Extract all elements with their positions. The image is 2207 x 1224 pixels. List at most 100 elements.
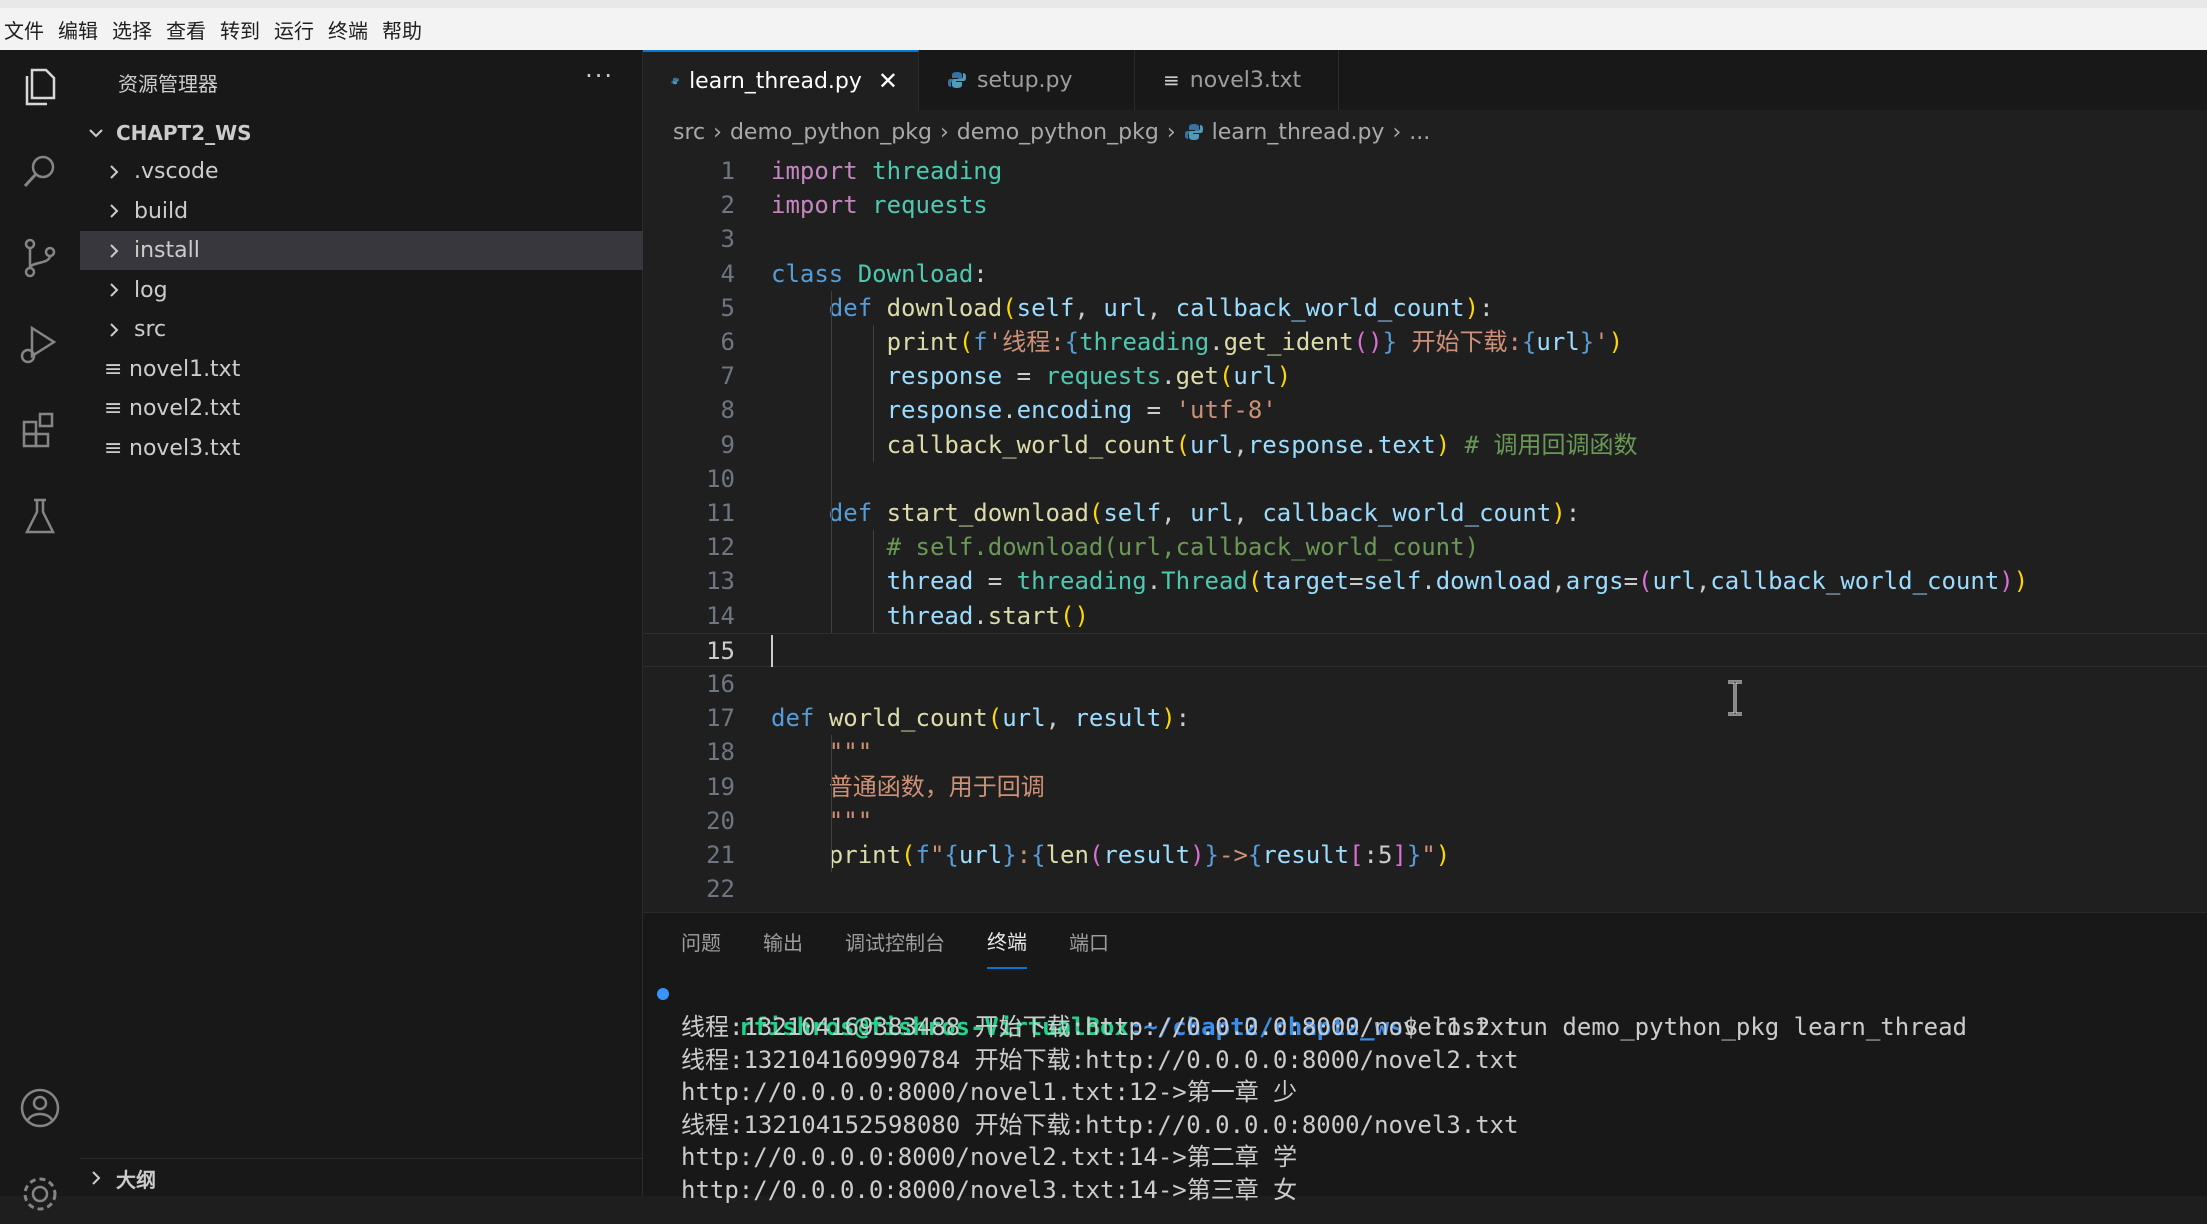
indent-guide: [831, 290, 832, 633]
panel-tabs: 问题 输出 调试控制台 终端 端口: [681, 913, 1151, 969]
code-line[interactable]: 9 callback_world_count(url,response.text…: [643, 428, 2207, 462]
chevron-right-icon: [104, 201, 124, 221]
code-line[interactable]: 19 普通函数，用于回调: [643, 770, 2207, 804]
panel-tab[interactable]: 端口: [1069, 913, 1109, 969]
code-line[interactable]: 7 response = requests.get(url): [643, 359, 2207, 393]
tree-folder[interactable]: install: [80, 231, 643, 270]
text-file-icon: ≡: [104, 356, 123, 382]
menu-item[interactable]: 选择: [108, 15, 162, 44]
tree-file[interactable]: ≡ novel1.txt: [80, 350, 643, 389]
code-line[interactable]: 22: [643, 872, 2207, 906]
settings-icon[interactable]: [14, 1168, 66, 1220]
menu-item[interactable]: 编辑: [54, 15, 108, 44]
code-text: thread.start(): [886, 601, 1089, 630]
menu-item[interactable]: 终端: [324, 15, 378, 44]
indent-guide: [873, 530, 874, 633]
editor-tab[interactable]: learn_thread.py ✕: [643, 50, 919, 110]
code-text: def world_count(url, result):: [771, 704, 1191, 733]
code-line[interactable]: 8 response.encoding = 'utf-8': [643, 393, 2207, 427]
code-line[interactable]: 6 print(f'线程:{threading.get_ident()} 开始下…: [643, 325, 2207, 359]
line-number: 16: [706, 670, 735, 698]
tree-folder[interactable]: .vscode: [80, 152, 643, 191]
panel-tab[interactable]: 输出: [763, 913, 803, 969]
more-actions-button[interactable]: ···: [585, 62, 614, 90]
code-line[interactable]: 10: [643, 462, 2207, 496]
run-debug-icon[interactable]: [14, 318, 66, 370]
breadcrumb-item[interactable]: demo_python_pkg: [730, 120, 932, 145]
code-line[interactable]: 17 def world_count(url, result):: [643, 701, 2207, 735]
code-line[interactable]: 16: [643, 667, 2207, 701]
python-icon: [948, 72, 966, 88]
chevron-right-icon: [86, 1168, 106, 1188]
search-icon[interactable]: [14, 146, 66, 198]
code-text: import threading: [771, 157, 1003, 185]
code-text: 普通函数，用于回调: [828, 772, 1045, 801]
code-line[interactable]: 12 # self.download(url,callback_world_co…: [643, 530, 2207, 564]
terminal-output-line: 线程:132104160990784 开始下载:http://0.0.0.0:8…: [681, 1045, 1519, 1074]
breadcrumb-item[interactable]: learn_thread.py: [1212, 120, 1385, 145]
code-line[interactable]: 15: [643, 632, 2207, 667]
code-line[interactable]: 21 print(f"{url}:{len(result)}->{result[…: [643, 838, 2207, 872]
panel-tab[interactable]: 调试控制台: [845, 913, 945, 969]
menu-bar: 文件 编辑 选择 查看 转到 运行 终端 帮助: [0, 0, 2207, 50]
breadcrumb-item[interactable]: demo_python_pkg: [957, 120, 1159, 145]
code-text: response.encoding = 'utf-8': [886, 396, 1277, 425]
chevron-right-icon: [104, 241, 124, 261]
tree-file[interactable]: ≡ novel3.txt: [80, 429, 643, 468]
editor-tab[interactable]: setup.py: [919, 50, 1135, 110]
testing-icon[interactable]: [14, 490, 66, 542]
line-number: 18: [706, 738, 735, 767]
code-line[interactable]: 20 """: [643, 804, 2207, 838]
account-icon[interactable]: [14, 1082, 66, 1134]
terminal-output-line: 线程:132104152598080 开始下载:http://0.0.0.0:8…: [681, 1110, 1519, 1139]
panel-tab[interactable]: 终端: [987, 913, 1027, 969]
outline-label: 大纲: [116, 1167, 156, 1192]
code-line[interactable]: 11 def start_download(self, url, callbac…: [643, 496, 2207, 530]
tree-folder[interactable]: log: [80, 271, 643, 310]
breadcrumb-separator: ›: [1392, 119, 1402, 145]
editor-tab[interactable]: ≡ novel3.txt: [1135, 50, 1339, 110]
outline-section[interactable]: 大纲: [80, 1158, 642, 1197]
menu-item[interactable]: 转到: [216, 15, 270, 44]
terminal-output-line: http://0.0.0.0:8000/novel2.txt:14->第二章 学: [681, 1143, 1298, 1171]
code-text: import requests: [771, 191, 988, 220]
tree-folder[interactable]: build: [80, 192, 643, 231]
line-number: 5: [720, 293, 735, 322]
extensions-icon[interactable]: [14, 404, 66, 456]
menu-item[interactable]: 文件: [0, 15, 54, 44]
code-line[interactable]: 1 import threading: [643, 154, 2207, 188]
menu-item[interactable]: 查看: [162, 15, 216, 44]
line-number: 3: [720, 225, 735, 254]
tab-label: setup.py: [977, 67, 1073, 93]
line-number: 14: [706, 601, 735, 630]
line-number: 2: [720, 191, 735, 220]
line-number: 22: [706, 875, 735, 904]
menu-item[interactable]: 运行: [270, 15, 324, 44]
workspace-root[interactable]: CHAPT2_WS: [80, 114, 642, 152]
code-line[interactable]: 2 import requests: [643, 188, 2207, 222]
tree-file[interactable]: ≡ novel2.txt: [80, 389, 643, 428]
panel-tab[interactable]: 问题: [681, 913, 721, 969]
breadcrumb-item[interactable]: ...: [1409, 120, 1430, 145]
line-number: 19: [706, 772, 735, 801]
code-line[interactable]: 18 """: [643, 735, 2207, 769]
breadcrumb-item[interactable]: src: [673, 120, 705, 145]
activity-bar: [0, 50, 80, 1211]
close-tab-button[interactable]: ✕: [878, 67, 898, 95]
code-line[interactable]: 14 thread.start(): [643, 599, 2207, 633]
tree-folder[interactable]: src: [80, 310, 643, 349]
code-text: print(f'线程:{threading.get_ident()} 开始下载:…: [886, 328, 1624, 356]
explorer-icon[interactable]: [14, 60, 66, 112]
tab-label: learn_thread.py: [689, 68, 862, 94]
source-control-icon[interactable]: [14, 232, 66, 284]
code-text: thread = threading.Thread(target=self.do…: [886, 567, 2029, 596]
code-line[interactable]: 13 thread = threading.Thread(target=self…: [643, 564, 2207, 598]
tree-item-label: novel1.txt: [129, 356, 241, 382]
chevron-down-icon: [86, 123, 106, 143]
code-line[interactable]: 4 class Download:: [643, 257, 2207, 291]
code-line[interactable]: 3: [643, 222, 2207, 256]
terminal-output-line: http://0.0.0.0:8000/novel3.txt:14->第三章 女: [681, 1175, 1298, 1204]
code-line[interactable]: 5 def download(self, url, callback_world…: [643, 291, 2207, 325]
terminal-output-line: http://0.0.0.0:8000/novel1.txt:12->第一章 少: [681, 1078, 1298, 1106]
menu-item[interactable]: 帮助: [378, 15, 432, 44]
